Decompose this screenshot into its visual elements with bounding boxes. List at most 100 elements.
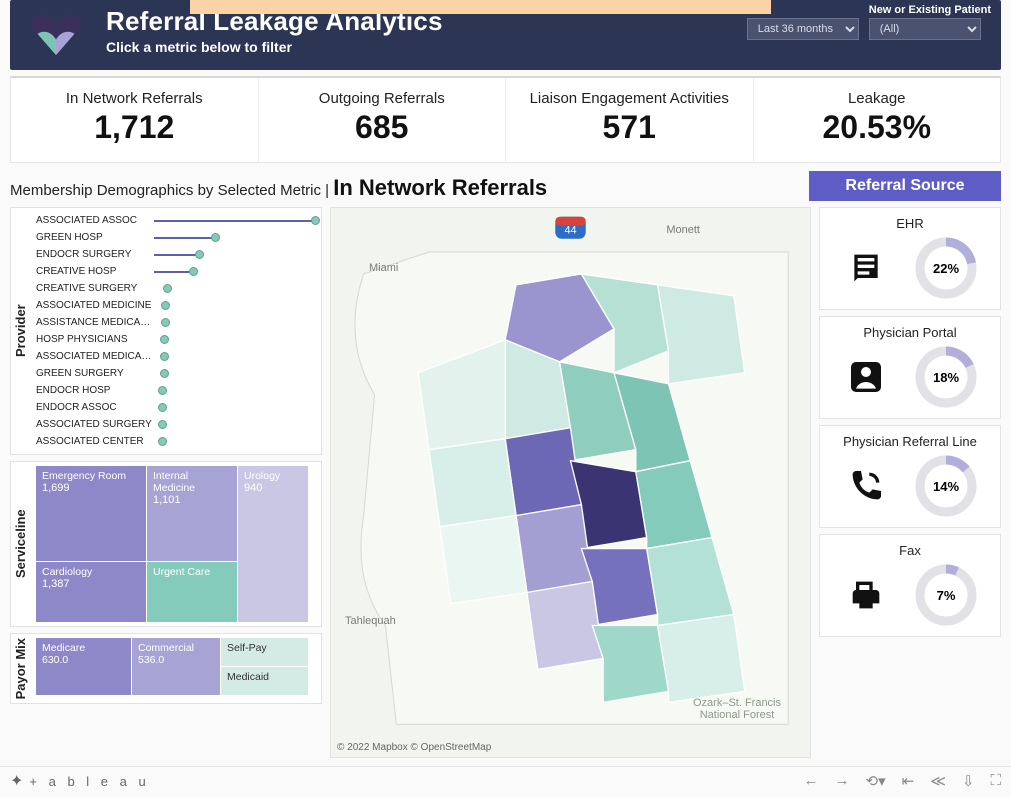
payor-panel: Payor Mix Medicare 630.0 Commercial 536.… xyxy=(10,633,322,704)
provider-row[interactable]: GREEN HOSP xyxy=(36,229,315,246)
sl-urgent-care[interactable]: Urgent Care xyxy=(147,562,237,622)
fullscreen-icon[interactable]: ⛶ xyxy=(990,772,1001,790)
map-label-tahlequah: Tahlequah xyxy=(345,615,396,627)
provider-name: ASSOCIATED CENTER xyxy=(36,436,154,447)
choropleth-map: 44 xyxy=(331,208,810,757)
referral-source-title: Fax xyxy=(824,543,996,558)
provider-name: ASSOCIATED MEDICAL G.. xyxy=(36,351,154,362)
provider-row[interactable]: ASSOCIATED MEDICAL G.. xyxy=(36,348,315,365)
referral-source-title: EHR xyxy=(824,216,996,231)
svg-text:44: 44 xyxy=(564,224,576,236)
provider-bar xyxy=(154,250,315,260)
provider-bar xyxy=(154,318,315,328)
referral-source-title: Physician Referral Line xyxy=(824,434,996,449)
period-select[interactable]: Last 36 months xyxy=(747,18,859,40)
provider-row[interactable]: ENDOCR ASSOC xyxy=(36,399,315,416)
physician-referral-line-icon xyxy=(843,463,889,509)
provider-name: CREATIVE HOSP xyxy=(36,266,154,277)
footer-tools: ← → ⟲▾ ⇤ ≪ ⇩ ⛶ xyxy=(804,772,1001,790)
referral-source-item[interactable]: EHR 22% xyxy=(819,207,1001,310)
map-label-forest: Ozark–St. Francis National Forest xyxy=(682,697,792,721)
provider-bar xyxy=(154,301,315,311)
provider-row[interactable]: GREEN SURGERY xyxy=(36,365,315,382)
serviceline-label: Serviceline xyxy=(11,462,30,626)
provider-name: ASSOCIATED SURGERY xyxy=(36,419,154,430)
sl-urology[interactable]: Urology 940 xyxy=(238,466,308,622)
section-title: Membership Demographics by Selected Metr… xyxy=(0,171,809,207)
redo-icon[interactable]: → xyxy=(835,772,850,790)
provider-row[interactable]: ASSOCIATED CENTER xyxy=(36,433,315,450)
metric-outgoing[interactable]: Outgoing Referrals 685 xyxy=(259,78,507,162)
provider-bar xyxy=(154,335,315,345)
provider-row[interactable]: ENDOCR SURGERY xyxy=(36,246,315,263)
provider-name: CREATIVE SURGERY xyxy=(36,283,154,294)
metric-in-network[interactable]: In Network Referrals 1,712 xyxy=(11,78,259,162)
download-icon[interactable]: ⇩ xyxy=(962,772,975,790)
sl-emergency-room[interactable]: Emergency Room 1,699 xyxy=(36,466,146,561)
patient-type-label: New or Existing Patient xyxy=(869,4,991,16)
provider-bar xyxy=(154,352,315,362)
metric-leakage[interactable]: Leakage 20.53% xyxy=(754,78,1001,162)
ehr-icon xyxy=(843,245,889,291)
provider-bar xyxy=(154,233,315,243)
map-panel[interactable]: 44 Miami Monett Tahlequah Ozark–St. Fran… xyxy=(330,207,811,758)
provider-row[interactable]: ASSISTANCE MEDICAL C.. xyxy=(36,314,315,331)
provider-bar xyxy=(154,216,315,226)
provider-name: GREEN HOSP xyxy=(36,232,154,243)
provider-bar xyxy=(154,369,315,379)
payor-medicare[interactable]: Medicare 630.0 xyxy=(36,638,131,695)
undo-icon[interactable]: ← xyxy=(804,772,819,790)
tableau-footer: ✦ + a b l e a u ← → ⟲▾ ⇤ ≪ ⇩ ⛶ xyxy=(0,766,1011,797)
metric-liaison[interactable]: Liaison Engagement Activities 571 xyxy=(506,78,754,162)
provider-bar xyxy=(154,284,315,294)
logo xyxy=(20,6,92,60)
provider-panel: Provider ASSOCIATED ASSOC GREEN HOSP ENDOC… xyxy=(10,207,322,455)
provider-name: ENDOCR HOSP xyxy=(36,385,154,396)
sl-cardiology[interactable]: Cardiology 1,387 xyxy=(36,562,146,622)
payor-commercial[interactable]: Commercial 536.0 xyxy=(132,638,220,695)
provider-bar xyxy=(154,386,315,396)
map-copyright: © 2022 Mapbox © OpenStreetMap xyxy=(337,742,491,753)
payor-label: Payor Mix xyxy=(11,634,30,703)
share-icon[interactable]: ≪ xyxy=(930,772,946,790)
provider-row[interactable]: ENDOCR HOSP xyxy=(36,382,315,399)
provider-bar xyxy=(154,403,315,413)
serviceline-panel: Serviceline Emergency Room 1,699 Interna… xyxy=(10,461,322,627)
referral-source-item[interactable]: Fax 7% xyxy=(819,534,1001,637)
provider-name: HOSP PHYSICIANS xyxy=(36,334,154,345)
provider-row[interactable]: HOSP PHYSICIANS xyxy=(36,331,315,348)
provider-name: ASSISTANCE MEDICAL C.. xyxy=(36,317,154,328)
donut-chart: 14% xyxy=(915,455,977,517)
provider-name: ASSOCIATED MEDICINE xyxy=(36,300,154,311)
referral-source-item[interactable]: Physician Portal 18% xyxy=(819,316,1001,419)
provider-name: ENDOCR SURGERY xyxy=(36,249,154,260)
payor-selfpay[interactable]: Self-Pay xyxy=(221,638,308,666)
tableau-logo[interactable]: ✦ + a b l e a u xyxy=(10,771,150,791)
provider-row[interactable]: ASSOCIATED SURGERY xyxy=(36,416,315,433)
map-label-monett: Monett xyxy=(666,224,700,236)
provider-row[interactable]: ASSOCIATED MEDICINE xyxy=(36,297,315,314)
payor-medicaid[interactable]: Medicaid xyxy=(221,667,308,695)
header-selectors: . Last 36 months New or Existing Patient… xyxy=(747,4,991,40)
donut-chart: 22% xyxy=(915,237,977,299)
page-subtitle: Click a metric below to filter xyxy=(106,39,443,55)
provider-row[interactable]: CREATIVE SURGERY xyxy=(36,280,315,297)
provider-label: Provider xyxy=(11,208,30,454)
physician-portal-icon xyxy=(843,354,889,400)
revert-icon[interactable]: ⇤ xyxy=(902,772,915,790)
referral-source-title: Physician Portal xyxy=(824,325,996,340)
referral-source-header: Referral Source xyxy=(809,171,1001,201)
donut-chart: 7% xyxy=(915,564,977,626)
provider-row[interactable]: ASSOCIATED ASSOC xyxy=(36,212,315,229)
replay-icon[interactable]: ⟲▾ xyxy=(866,772,886,790)
referral-source-item[interactable]: Physician Referral Line 14% xyxy=(819,425,1001,528)
provider-row[interactable]: CREATIVE HOSP xyxy=(36,263,315,280)
patient-type-select[interactable]: (All) xyxy=(869,18,981,40)
top-accent-band xyxy=(190,0,771,14)
provider-name: GREEN SURGERY xyxy=(36,368,154,379)
provider-name: ENDOCR ASSOC xyxy=(36,402,154,413)
donut-chart: 18% xyxy=(915,346,977,408)
sl-internal-medicine[interactable]: Internal Medicine 1,101 xyxy=(147,466,237,561)
main-area: Provider ASSOCIATED ASSOC GREEN HOSP ENDOC… xyxy=(0,207,1011,762)
heart-logo-icon xyxy=(26,8,86,58)
